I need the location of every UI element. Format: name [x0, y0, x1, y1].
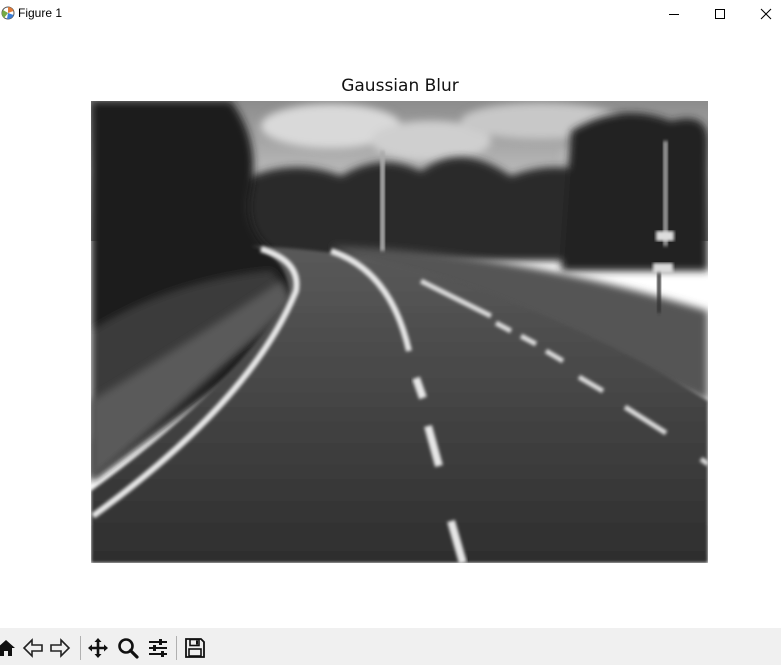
home-icon — [0, 640, 15, 656]
plot-title: Gaussian Blur — [341, 76, 459, 96]
toolbar-separator — [176, 636, 177, 660]
home-button[interactable] — [0, 636, 18, 660]
zoom-button[interactable] — [116, 636, 140, 660]
sliders-icon — [149, 639, 167, 657]
blurred-road-image — [91, 101, 708, 563]
configure-subplots-button[interactable] — [146, 636, 170, 660]
zoom-magnifier-icon — [118, 638, 139, 659]
forward-arrow-icon — [50, 638, 71, 658]
save-floppy-icon — [185, 638, 205, 658]
minimize-icon — [669, 14, 679, 15]
maximize-button[interactable] — [697, 0, 743, 28]
figure-canvas[interactable]: Gaussian Blur — [0, 28, 781, 628]
close-button[interactable] — [743, 0, 781, 28]
back-button[interactable] — [21, 636, 45, 660]
back-arrow-icon — [22, 638, 43, 658]
matplotlib-app-icon — [1, 6, 15, 20]
maximize-icon — [715, 9, 725, 19]
toolbar-separator — [80, 636, 81, 660]
minimize-button[interactable] — [651, 0, 697, 28]
window-title: Figure 1 — [18, 6, 63, 20]
save-button[interactable] — [183, 636, 207, 660]
forward-button[interactable] — [48, 636, 72, 660]
pan-move-icon — [88, 638, 108, 658]
navigation-toolbar — [0, 628, 781, 665]
pan-button[interactable] — [86, 636, 110, 660]
close-icon — [760, 8, 772, 20]
window-titlebar: Figure 1 — [0, 0, 781, 28]
